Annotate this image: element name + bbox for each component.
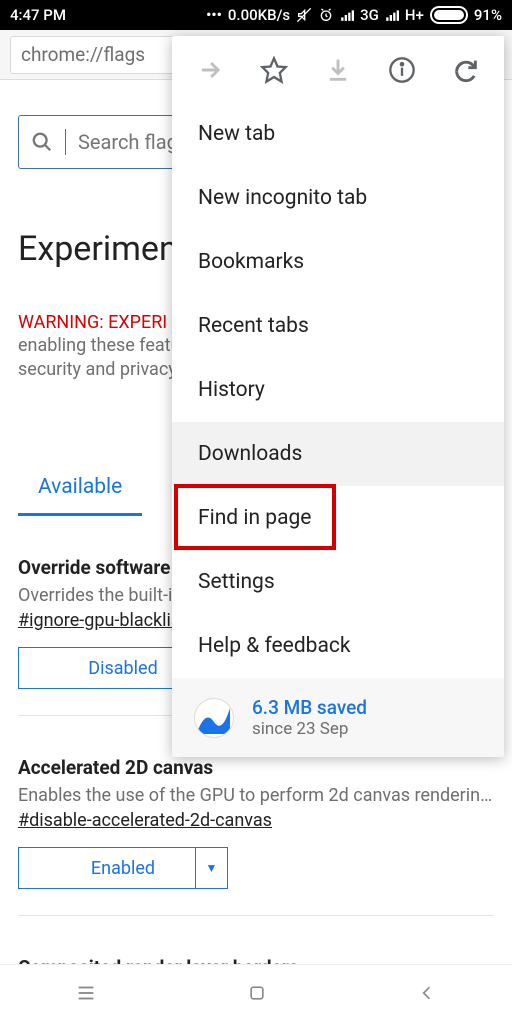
- info-icon[interactable]: [388, 56, 416, 84]
- reload-icon[interactable]: [452, 56, 480, 84]
- menu-history[interactable]: History: [172, 358, 504, 422]
- data-saved-since: since 23 Sep: [252, 719, 367, 739]
- status-battery: 91%: [474, 6, 502, 24]
- status-net2: H+: [405, 6, 424, 24]
- flag-select[interactable]: Enabled ▼: [18, 847, 228, 889]
- menu-find-in-page[interactable]: Find in page: [172, 486, 504, 550]
- menu-bookmarks[interactable]: Bookmarks: [172, 230, 504, 294]
- status-net1: 3G: [360, 6, 379, 24]
- status-speed: 0.00KB/s: [228, 6, 290, 24]
- menu-help-feedback[interactable]: Help & feedback: [172, 614, 504, 678]
- search-icon: [31, 131, 53, 153]
- star-icon[interactable]: [260, 56, 288, 84]
- flag-item: Accelerated 2D canvas Enables the use of…: [18, 756, 494, 889]
- battery-icon: [430, 6, 468, 24]
- recents-button[interactable]: [75, 982, 97, 1008]
- divider: [18, 915, 494, 916]
- dots-icon: •••: [206, 6, 222, 24]
- android-navbar: [0, 964, 512, 1024]
- data-saved-amount: 6.3 MB saved: [252, 696, 367, 719]
- flag-title: Accelerated 2D canvas: [18, 756, 494, 779]
- text-cursor: [65, 129, 66, 155]
- status-right: ••• 0.00KB/s 3G H+ 91%: [206, 6, 502, 24]
- data-saver-icon: [194, 698, 234, 738]
- status-bar: 4:47 PM ••• 0.00KB/s 3G H+ 91%: [0, 0, 512, 30]
- url-text: chrome://flags: [21, 43, 145, 66]
- menu-icon-row: [172, 36, 504, 102]
- menu-settings[interactable]: Settings: [172, 550, 504, 614]
- mute-icon: [296, 7, 312, 23]
- warning-red: WARNING: EXPERI: [18, 312, 167, 333]
- back-button[interactable]: [417, 983, 437, 1007]
- signal-icon-2: [385, 8, 399, 22]
- flag-tag[interactable]: #disable-accelerated-2d-canvas: [18, 810, 494, 831]
- signal-icon-1: [340, 8, 354, 22]
- alarm-icon: [318, 7, 334, 23]
- overflow-menu: New tab New incognito tab Bookmarks Rece…: [172, 36, 504, 757]
- flag-desc: Enables the use of the GPU to perform 2d…: [18, 785, 494, 806]
- tab-available[interactable]: Available: [18, 461, 142, 516]
- status-time: 4:47 PM: [10, 6, 66, 24]
- menu-recent-tabs[interactable]: Recent tabs: [172, 294, 504, 358]
- download-icon[interactable]: [324, 56, 352, 84]
- flag-value: Disabled: [88, 658, 157, 679]
- menu-new-incognito[interactable]: New incognito tab: [172, 166, 504, 230]
- flag-value: Enabled: [91, 858, 155, 879]
- menu-new-tab[interactable]: New tab: [172, 102, 504, 166]
- chevron-down-icon: ▼: [195, 848, 227, 888]
- menu-downloads[interactable]: Downloads: [172, 422, 504, 486]
- home-button[interactable]: [247, 983, 267, 1007]
- forward-icon[interactable]: [196, 56, 224, 84]
- menu-data-saver[interactable]: 6.3 MB saved since 23 Sep: [172, 678, 504, 757]
